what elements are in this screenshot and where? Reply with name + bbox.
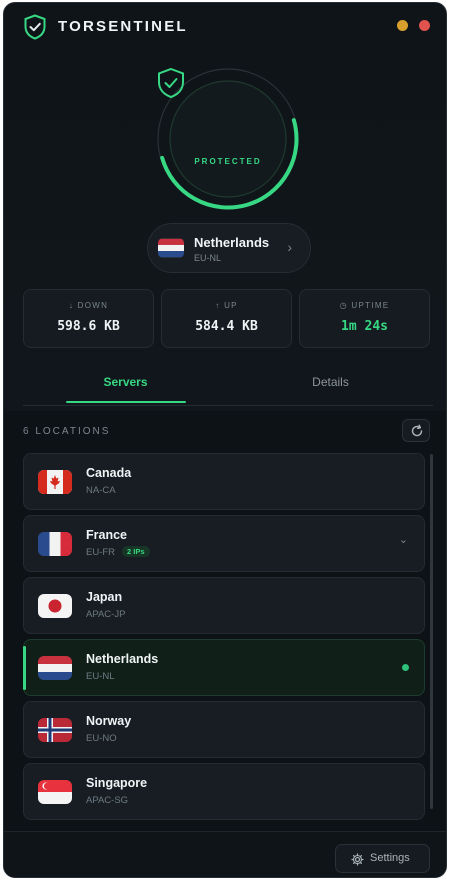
location-code: EU-NL (194, 253, 222, 263)
singapore-flag-icon (38, 780, 72, 804)
location-count: 6 LOCATIONS (23, 426, 111, 437)
stat-label-uptime: ◷ UPTIME (339, 301, 390, 310)
server-code: APAC-SG (86, 795, 129, 806)
active-tab-indicator (66, 401, 186, 403)
refresh-icon (411, 424, 423, 437)
server-code: EU-NO (86, 733, 117, 744)
stat-value-down: 598.6 KB (57, 319, 120, 334)
gear-icon (351, 853, 364, 866)
netherlands-flag-icon (158, 238, 184, 258)
server-name: France (86, 528, 127, 542)
server-code: APAC-JP (86, 609, 126, 620)
server-code: EU-NL (86, 671, 115, 682)
title-bar: TORSENTINEL (4, 3, 446, 51)
arrow-down-icon: ↓ (68, 301, 75, 310)
location-selector[interactable]: Netherlands EU-NL › (147, 223, 311, 273)
stat-value-uptime: 1m 24s (341, 319, 388, 334)
norway-flag-icon (38, 718, 72, 742)
server-code: NA-CA (86, 485, 116, 496)
footer-bar: Settings (4, 831, 446, 877)
server-item-france[interactable]: France EU-FR 2 IPs ⌄ (23, 515, 425, 572)
tab-details[interactable]: Details (228, 375, 433, 405)
server-name: Japan (86, 590, 123, 604)
server-item-japan[interactable]: Japan APAC-JP (23, 577, 425, 634)
minimize-button[interactable] (397, 20, 408, 31)
stat-card-up: ↑ UP 584.4 KB (161, 289, 292, 348)
ip-count-badge: 2 IPs (122, 546, 150, 557)
server-name: Canada (86, 466, 132, 480)
shield-logo-icon (24, 14, 46, 40)
app-title: TORSENTINEL (58, 18, 188, 35)
server-list-panel: 6 LOCATIONS Canada NA-CA France EU-FR 2 … (4, 411, 446, 831)
status-label: PROTECTED (194, 157, 262, 166)
stat-label-down: ↓ DOWN (68, 301, 109, 310)
server-item-singapore[interactable]: Singapore APAC-SG (23, 763, 425, 820)
chevron-down-icon[interactable]: ⌄ (399, 533, 408, 546)
refresh-button[interactable] (402, 419, 430, 442)
canada-flag-icon (38, 470, 72, 494)
timer-icon: ◷ (339, 301, 348, 310)
server-name: Norway (86, 714, 132, 728)
server-list-scrollbar[interactable] (430, 454, 433, 809)
connected-indicator-dot (402, 664, 409, 671)
stat-card-down: ↓ DOWN 598.6 KB (23, 289, 154, 348)
server-name: Singapore (86, 776, 148, 790)
app-window: TORSENTINEL PROTECTED Netherlands EU-NL … (3, 2, 447, 878)
chevron-right-icon: › (287, 239, 292, 255)
active-accent-bar (23, 646, 26, 690)
server-item-norway[interactable]: Norway EU-NO (23, 701, 425, 758)
server-name: Netherlands (86, 652, 159, 666)
shield-check-icon (158, 67, 184, 99)
tab-bar: Servers Details (23, 375, 433, 406)
location-name: Netherlands (194, 235, 270, 250)
stat-value-up: 584.4 KB (195, 319, 258, 334)
japan-flag-icon (38, 594, 72, 618)
france-flag-icon (38, 532, 72, 556)
settings-button[interactable]: Settings (335, 844, 430, 873)
server-code: EU-FR (86, 547, 116, 558)
server-item-netherlands[interactable]: Netherlands EU-NL (23, 639, 425, 696)
stat-card-uptime: ◷ UPTIME 1m 24s (299, 289, 430, 348)
close-button[interactable] (419, 20, 430, 31)
server-item-canada[interactable]: Canada NA-CA (23, 453, 425, 510)
stat-label-up: ↑ UP (215, 301, 238, 310)
netherlands-flag-icon (38, 656, 72, 680)
arrow-up-icon: ↑ (215, 301, 221, 310)
settings-label: Settings (370, 852, 410, 864)
connection-status-ring[interactable]: PROTECTED (156, 67, 300, 211)
